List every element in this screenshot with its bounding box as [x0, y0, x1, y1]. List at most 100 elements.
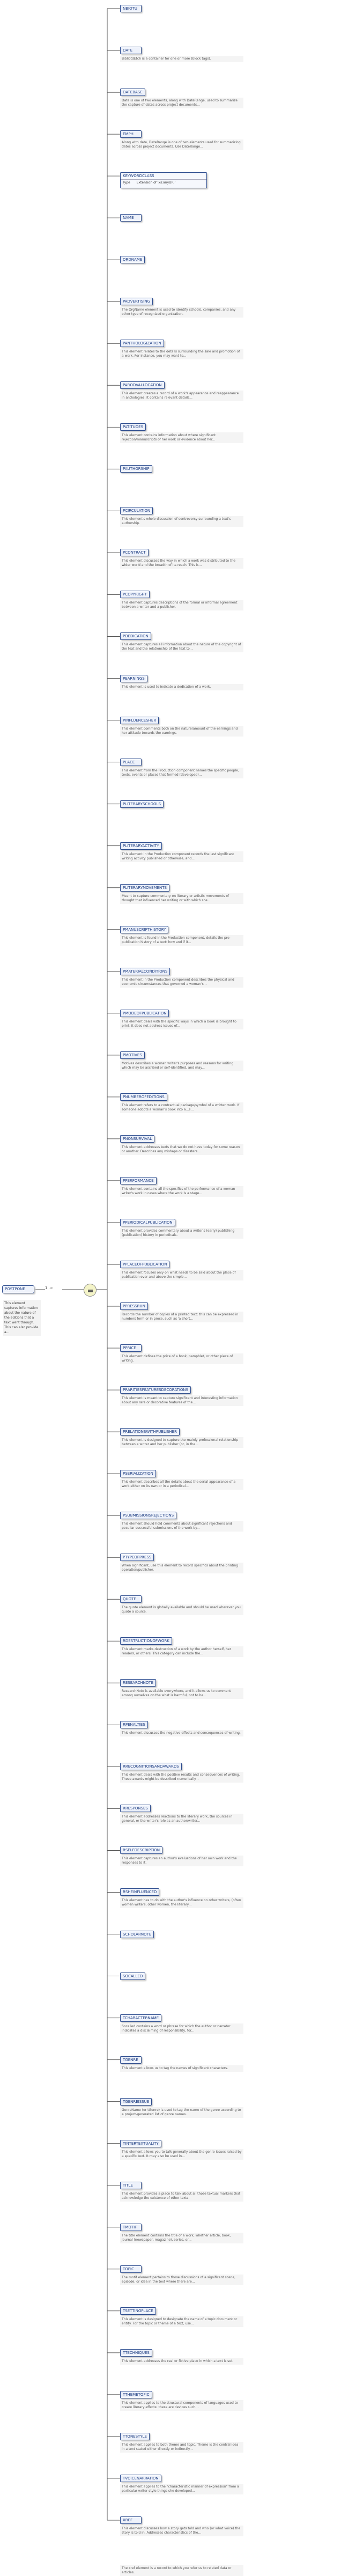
element-pliteraryactivity[interactable]: PLITERARYACTIVITY: [120, 842, 162, 850]
element-researchnote[interactable]: RESEARCHNOTE: [120, 1679, 157, 1687]
element-tcharactername[interactable]: TCHARACTERNAME: [120, 2014, 161, 2022]
element-place-description: This element from the Production compone…: [120, 767, 243, 778]
element-patitudes[interactable]: PATITUDES: [120, 423, 146, 431]
element-rsheinfluenced-description: This element has to do with the author's…: [120, 1897, 243, 1909]
element-name[interactable]: NAME: [120, 214, 142, 222]
element-pcirculation[interactable]: PCIRCULATION: [120, 507, 153, 515]
element-pmaterialconditions[interactable]: PMATERIALCONDITIONS: [120, 967, 171, 975]
element-pnumberofeditions[interactable]: PNUMBEROFEDITIONS: [120, 1093, 167, 1101]
keywordclass-attribute-box[interactable]: KEYWORDCLASS Type Extension of 'xs:anyUR…: [120, 172, 207, 189]
element-pearnings[interactable]: PEARNINGS: [120, 674, 147, 682]
element-nbiotu[interactable]: NBIOTU: [120, 5, 142, 12]
element-pearnings-description: This element is used to indicate a dedic…: [120, 683, 243, 690]
element-tthemetopic[interactable]: TTHEMETOPIC: [120, 2390, 152, 2398]
element-quote[interactable]: QUOTE: [120, 1595, 142, 1603]
element-pdedication[interactable]: PDEDICATION: [120, 632, 151, 641]
element-psubmissionsrejections[interactable]: PSUBMISSIONSREJECTIONS: [120, 1512, 177, 1520]
element-place[interactable]: PLACE: [120, 758, 142, 766]
element-tintertextuality-description: This element allows you to talk generall…: [120, 2148, 243, 2160]
element-pliterarymovements[interactable]: PLITERARYMOVEMENTS: [120, 884, 170, 892]
element-emph[interactable]: EMPH: [120, 130, 142, 138]
element-psubmissionsrejections-description: This element should hold comments about …: [120, 1521, 243, 1532]
element-tvoicenarration[interactable]: TVOICENARRATION: [120, 2474, 161, 2482]
element-xref[interactable]: XREF: [120, 2516, 142, 2524]
element-ordname[interactable]: ORDNAME: [120, 256, 145, 264]
element-topic-description: The motif element pertains to those disc…: [120, 2274, 243, 2285]
element-title[interactable]: TITLE: [120, 2181, 142, 2189]
element-date[interactable]: DATE: [120, 47, 142, 55]
element-rdestructionofwork-description: This element marks destruction of a work…: [120, 1646, 243, 1658]
element-tsettingplace[interactable]: TSETTINGPLACE: [120, 2307, 156, 2315]
element-scholarnote[interactable]: SCHOLARNOTE: [120, 1930, 154, 1938]
element-rdestructionofwork[interactable]: RDESTRUCTIONOFWORK: [120, 1637, 172, 1645]
element-pcontract-description: This element discusses the way in which …: [120, 558, 243, 569]
element-padvertising[interactable]: PADVERTISING: [120, 298, 153, 306]
element-padvertising-description: The OrgName element is used to identify …: [120, 307, 243, 318]
element-pmaterialconditions-description: This element in the Production component…: [120, 976, 243, 988]
parent-element-box[interactable]: POSTPONE: [2, 1285, 34, 1293]
element-pplaceofpublication[interactable]: PPLACEOFPUBLICATION: [120, 1260, 170, 1268]
element-pprice-description: This element defines the price of a book…: [120, 1353, 243, 1365]
element-topic[interactable]: TOPIC: [120, 2265, 142, 2273]
element-ttechniques[interactable]: TTECHNIQUES: [120, 2349, 152, 2357]
element-tsettingplace-description: This element is designed to designate th…: [120, 2316, 243, 2327]
element-pserialization-description: This element describes all the details a…: [120, 1479, 243, 1490]
element-tgenre-description: This element allows us to tag the names …: [120, 2065, 243, 2072]
element-ppressrun[interactable]: PPRESSRUN: [120, 1302, 148, 1311]
element-pcontract[interactable]: PCONTRACT: [120, 549, 149, 557]
element-rpenalties[interactable]: RPENALTIES: [120, 1721, 148, 1729]
element-tgenreissue[interactable]: TGENREISSUE: [120, 2097, 152, 2106]
element-praritiesfeaturesdecorations-description: This element is meant to capture signifi…: [120, 1395, 243, 1407]
attribute-type-value: Extension of 'xs:anyURI': [136, 181, 176, 185]
element-pmanuscripthistory-description: This element is found in the Production …: [120, 934, 243, 946]
element-rpenalties-description: This element discusses the negative effe…: [120, 1730, 243, 1737]
element-datebase[interactable]: DATEBASE: [120, 89, 145, 97]
element-ttonestyle[interactable]: TTONESTYLE: [120, 2432, 150, 2440]
element-tmotif[interactable]: TMOTIF: [120, 2223, 142, 2231]
element-rrecognitionsandawards-description: This element deals with the positive res…: [120, 1772, 243, 1783]
element-panthologization[interactable]: PANTHOLOGIZATION: [120, 340, 164, 348]
element-rresponses[interactable]: RRESPONSES: [120, 1805, 151, 1813]
element-praritiesfeaturesdecorations[interactable]: PRARITIESFEATURESDECORATIONS: [120, 1386, 191, 1394]
element-tmotif-description: The title element contains the title of …: [120, 2232, 243, 2243]
element-rresponses-description: This element addresses reactions to the …: [120, 1814, 243, 1825]
element-pperformance[interactable]: PPERFORMANCE: [120, 1176, 157, 1184]
element-rsheinfluenced[interactable]: RSHEINFLUENCED: [120, 1888, 160, 1896]
element-pmanuscripthistory[interactable]: PMANUSCRIPTHISTORY: [120, 925, 169, 933]
element-pnonsurvival[interactable]: PNONSURVIVAL: [120, 1135, 155, 1143]
element-socalled[interactable]: SOCALLED: [120, 1972, 146, 1980]
element-title-description: This element provides a place to talk ab…: [120, 2190, 243, 2202]
element-ppressrun-description: Records the number of copies of a printe…: [120, 1312, 243, 1323]
element-pinfluencesher-description: This element comments both on the nature…: [120, 725, 243, 737]
element-prelationswithpublisher[interactable]: PRELATIONSWITHPUBLISHER: [120, 1428, 180, 1436]
element-pprice[interactable]: PPRICE: [120, 1344, 142, 1352]
element-panthologization-description: This element relates to the details surr…: [120, 349, 243, 360]
element-quote-description: The quote element is globally available …: [120, 1605, 243, 1616]
element-tgenre[interactable]: TGENRE: [120, 2056, 142, 2064]
element-pserialization[interactable]: PSERIALIZATION: [120, 1470, 156, 1478]
xref-tail-description: The xref element is a record to which yo…: [120, 2565, 243, 2576]
element-pmodeofpublication-description: This element deals with the specific way…: [120, 1018, 243, 1029]
element-tvoicenarration-description: This element applies to the "characteris…: [120, 2483, 243, 2494]
element-pliteraryactivity-description: This element in the Production component…: [120, 851, 243, 862]
element-tintertextuality[interactable]: TINTERTEXTUALITY: [120, 2139, 161, 2147]
element-pperformance-description: This element contains all the specifics …: [120, 1186, 243, 1197]
element-pliteraryschools[interactable]: PLITERARYSCHOOLS: [120, 800, 164, 808]
element-ptypeofpress[interactable]: PTYPEOFPRESS: [120, 1554, 154, 1562]
element-pliterarymovements-description: Meant to capture commentary on literary …: [120, 893, 243, 904]
element-date-description: BibliotdEtch is a container for one or m…: [120, 56, 243, 63]
element-pmotives[interactable]: PMOTIVES: [120, 1051, 145, 1059]
element-emph-description: Along with date, DateRange is one of two…: [120, 139, 243, 151]
keywordclass-attribute-row: Type Extension of 'xs:anyURI': [121, 180, 206, 186]
element-pmodeofpublication[interactable]: PMODEOFPUBLICATION: [120, 1009, 169, 1017]
element-pcopyright[interactable]: PCOPYRIGHT: [120, 591, 150, 599]
element-pinfluencesher[interactable]: PINFLUENCESHER: [120, 716, 159, 724]
element-ptypeofpress-description: When significant, use this element to re…: [120, 1563, 243, 1574]
element-pperiodicalpublication[interactable]: PPERIODICALPUBLICATION: [120, 1218, 175, 1226]
element-rselfdescription[interactable]: RSELFDESCRIPTION: [120, 1846, 163, 1854]
element-tthemetopic-description: This element applies to the structural c…: [120, 2400, 243, 2411]
element-parodvallocation[interactable]: PARODVALLOCATION: [120, 381, 165, 389]
element-pmotives-description: Motives describes a woman writer's purpo…: [120, 1060, 243, 1071]
element-rrecognitionsandawards[interactable]: RRECOGNITIONSANDAWARDS: [120, 1763, 182, 1771]
element-pauthorship[interactable]: PAUTHORSHIP: [120, 465, 152, 473]
